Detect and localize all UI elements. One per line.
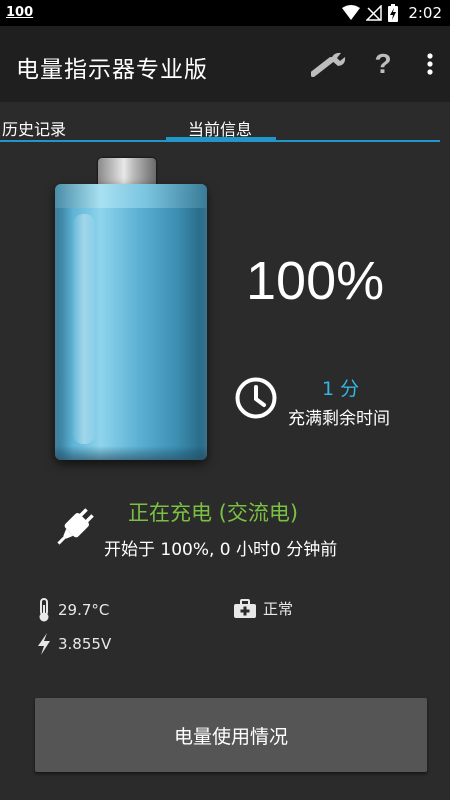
plug-icon — [57, 508, 94, 545]
wifi-icon — [342, 5, 361, 20]
battery-percent: 100% — [246, 251, 385, 311]
tab-active-indicator — [166, 137, 276, 142]
first-aid-kit-icon — [234, 598, 256, 618]
battery-graphic — [55, 158, 215, 468]
status-icons: 2:02 — [342, 3, 442, 23]
wrench-icon — [311, 52, 346, 77]
battery-charging-icon — [388, 4, 399, 22]
status-notification-badge: 100 — [6, 5, 34, 20]
time-remaining-label: 充满剩余时间 — [288, 409, 390, 429]
battery-usage-button[interactable]: 电量使用情况 — [35, 698, 427, 772]
temperature-value: 29.7°C — [58, 601, 110, 619]
charging-detail: 开始于 100%, 0 小时0 分钟前 — [104, 540, 338, 560]
status-time: 2:02 — [408, 4, 442, 22]
time-remaining-value: 1 分 — [322, 378, 360, 400]
app-bar: 电量指示器专业版 ? — [0, 26, 450, 102]
status-bar: 100 2:02 — [0, 0, 450, 26]
health-value: 正常 — [263, 600, 294, 618]
voltage-stat: 3.855V — [36, 632, 111, 656]
thermometer-icon — [39, 598, 49, 622]
app-title: 电量指示器专业版 — [16, 57, 208, 83]
no-signal-icon — [366, 5, 383, 21]
charging-status: 正在充电 (交流电) — [128, 501, 299, 525]
health-stat: 正常 — [233, 598, 293, 619]
overflow-menu-icon — [427, 53, 433, 75]
battery-cap — [98, 158, 156, 186]
help-icon: ? — [374, 48, 392, 79]
settings-button[interactable] — [302, 44, 356, 84]
help-button[interactable]: ? — [356, 44, 410, 84]
clock-icon — [235, 377, 277, 419]
tab-history[interactable]: 历史记录 — [2, 116, 66, 140]
temperature-stat: 29.7°C — [36, 598, 109, 622]
overflow-menu-button[interactable] — [410, 44, 450, 84]
tab-bar: 历史记录 当前信息 — [0, 102, 450, 150]
app-actions: ? — [302, 44, 450, 84]
battery-level-fill — [55, 184, 207, 460]
lightning-icon — [38, 633, 50, 655]
voltage-value: 3.855V — [58, 635, 112, 653]
